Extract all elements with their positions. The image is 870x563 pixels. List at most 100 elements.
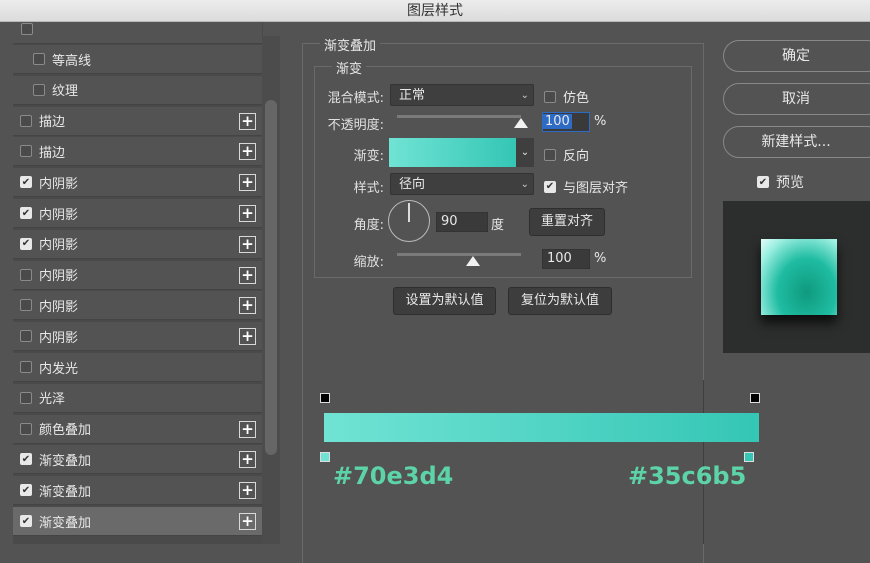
angle-dial-needle bbox=[408, 203, 410, 222]
section-title: 渐变叠加 bbox=[320, 35, 381, 54]
style-item[interactable]: ✔ 内阴影 + bbox=[13, 229, 262, 259]
style-item[interactable]: ✔ 内阴影 + bbox=[13, 199, 262, 228]
checkbox[interactable] bbox=[20, 391, 32, 404]
style-item-label: 内阴影 bbox=[39, 299, 79, 315]
ok-button[interactable]: 确定 bbox=[723, 40, 870, 72]
checkmark-icon[interactable]: ✔ bbox=[20, 207, 32, 219]
make-default-button[interactable]: 设置为默认值 bbox=[393, 287, 496, 315]
new-style-button[interactable]: 新建样式... bbox=[723, 126, 870, 158]
reset-default-button[interactable]: 复位为默认值 bbox=[508, 287, 612, 315]
plus-icon[interactable]: + bbox=[239, 266, 256, 284]
reset-align-button[interactable]: 重置对齐 bbox=[529, 208, 605, 236]
checkbox[interactable] bbox=[20, 268, 32, 281]
plus-icon[interactable]: + bbox=[239, 174, 256, 192]
plus-icon[interactable]: + bbox=[239, 143, 256, 161]
blend-mode-select[interactable]: 正常 ⌄ bbox=[390, 84, 534, 106]
style-item-partial[interactable] bbox=[13, 22, 262, 44]
gradient-label: 渐变: bbox=[353, 149, 384, 164]
checkbox[interactable] bbox=[20, 330, 32, 343]
checkbox[interactable] bbox=[20, 145, 32, 158]
style-item[interactable]: ✔ 内阴影 + bbox=[13, 168, 262, 198]
checkmark-icon[interactable]: ✔ bbox=[544, 180, 556, 193]
style-item[interactable]: 描边 + bbox=[13, 106, 262, 136]
cancel-button[interactable]: 取消 bbox=[723, 83, 870, 115]
plus-icon[interactable]: + bbox=[239, 513, 256, 530]
scale-slider-handle[interactable] bbox=[466, 256, 480, 266]
style-item-label: 内阴影 bbox=[39, 238, 79, 254]
scale-input[interactable]: 100 bbox=[542, 249, 590, 269]
style-select[interactable]: 径向 ⌄ bbox=[390, 173, 534, 195]
reverse-label: 反向 bbox=[563, 149, 590, 164]
angle-input[interactable]: 90 bbox=[436, 212, 488, 232]
color-stop-right[interactable] bbox=[744, 452, 754, 462]
angle-dial[interactable] bbox=[388, 200, 430, 242]
style-item[interactable]: ✔ 渐变叠加 + bbox=[13, 507, 262, 536]
style-item[interactable]: 内发光 bbox=[13, 353, 262, 382]
checkmark-icon[interactable]: ✔ bbox=[20, 484, 32, 497]
style-value: 径向 bbox=[399, 177, 426, 192]
gradient-dropdown-chevron-icon[interactable]: ⌄ bbox=[516, 138, 534, 167]
style-item-label: 渐变叠加 bbox=[39, 484, 92, 500]
style-item[interactable]: ✔ 渐变叠加 + bbox=[13, 445, 262, 475]
checkbox[interactable] bbox=[20, 114, 32, 127]
checkbox[interactable] bbox=[21, 23, 33, 35]
style-item[interactable]: 等高线 bbox=[13, 45, 262, 74]
plus-icon[interactable]: + bbox=[239, 451, 256, 469]
plus-icon[interactable]: + bbox=[239, 482, 256, 500]
checkbox[interactable] bbox=[20, 422, 32, 435]
style-item-label: 描边 bbox=[39, 115, 66, 131]
opacity-stop-right[interactable] bbox=[750, 393, 760, 403]
opacity-label: 不透明度: bbox=[327, 118, 384, 133]
scale-label: 缩放: bbox=[353, 255, 384, 270]
checkbox[interactable] bbox=[20, 361, 32, 373]
checkmark-icon[interactable]: ✔ bbox=[20, 176, 32, 189]
checkmark-icon[interactable]: ✔ bbox=[757, 176, 769, 188]
style-item[interactable]: 纹理 bbox=[13, 75, 262, 105]
blend-mode-value: 正常 bbox=[399, 88, 426, 103]
checkbox[interactable] bbox=[20, 299, 32, 312]
plus-icon[interactable]: + bbox=[239, 205, 256, 222]
checkbox[interactable] bbox=[33, 53, 45, 65]
plus-icon[interactable]: + bbox=[239, 420, 256, 438]
style-item[interactable]: 颜色叠加 + bbox=[13, 414, 262, 444]
style-item-label: 纹理 bbox=[52, 84, 79, 100]
chevron-down-icon: ⌄ bbox=[520, 179, 529, 190]
align-label: 与图层对齐 bbox=[563, 181, 629, 196]
scrollbar[interactable] bbox=[265, 100, 277, 455]
align-with-layer-checkbox[interactable]: ✔ 与图层对齐 bbox=[544, 177, 628, 196]
plus-icon[interactable]: + bbox=[239, 235, 256, 253]
plus-icon[interactable]: + bbox=[239, 112, 256, 130]
opacity-stop-left[interactable] bbox=[320, 393, 330, 403]
style-item[interactable]: 内阴影 + bbox=[13, 260, 262, 290]
gradient-swatch[interactable] bbox=[389, 138, 516, 167]
preview-checkbox[interactable]: ✔ 预览 bbox=[757, 172, 804, 192]
opacity-slider[interactable] bbox=[397, 115, 521, 118]
style-item-label: 渐变叠加 bbox=[39, 515, 92, 531]
angle-label: 角度: bbox=[353, 218, 384, 233]
style-item[interactable]: ✔ 渐变叠加 + bbox=[13, 476, 262, 506]
style-item[interactable]: 描边 + bbox=[13, 137, 262, 167]
opacity-unit: % bbox=[594, 114, 607, 129]
plus-icon[interactable]: + bbox=[239, 328, 256, 346]
opacity-input[interactable]: 100 bbox=[543, 114, 572, 129]
opacity-slider-handle[interactable] bbox=[514, 118, 528, 128]
dither-checkbox[interactable]: 仿色 bbox=[544, 87, 589, 106]
checkmark-icon[interactable]: ✔ bbox=[20, 515, 32, 527]
style-item[interactable]: 内阴影 + bbox=[13, 291, 262, 321]
style-item-label: 光泽 bbox=[39, 392, 66, 408]
checkbox[interactable] bbox=[544, 90, 556, 103]
style-item[interactable]: 光泽 bbox=[13, 383, 262, 413]
reverse-checkbox[interactable]: 反向 bbox=[544, 145, 589, 164]
checkmark-icon[interactable]: ✔ bbox=[20, 237, 32, 250]
scale-slider[interactable] bbox=[397, 253, 521, 256]
plus-icon[interactable]: + bbox=[239, 297, 256, 315]
style-item[interactable]: 内阴影 + bbox=[13, 322, 262, 352]
gradient-bar[interactable] bbox=[324, 413, 759, 442]
color-stop-left[interactable] bbox=[320, 452, 330, 462]
style-item-label: 内阴影 bbox=[39, 176, 79, 192]
checkbox[interactable] bbox=[544, 148, 556, 161]
preview-area bbox=[723, 201, 870, 353]
checkbox[interactable] bbox=[33, 83, 45, 96]
style-item-label: 等高线 bbox=[52, 53, 92, 69]
checkmark-icon[interactable]: ✔ bbox=[20, 453, 32, 466]
